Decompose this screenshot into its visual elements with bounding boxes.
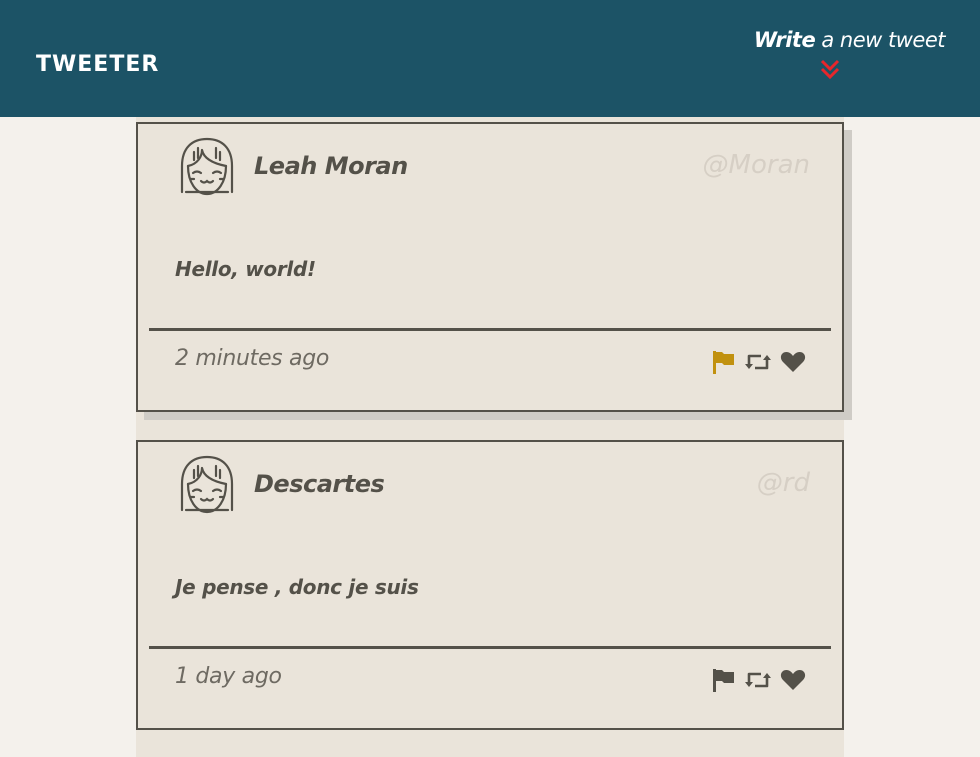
compose-label-rest: a new tweet <box>815 28 945 52</box>
heart-icon[interactable] <box>780 350 806 374</box>
tweet-content: Je pense , donc je suis <box>175 575 419 599</box>
tweet-timestamp: 2 minutes ago <box>175 346 330 371</box>
tweet-timestamp: 1 day ago <box>175 664 282 689</box>
flag-icon[interactable] <box>711 668 737 692</box>
double-chevron-down-icon[interactable] <box>818 58 842 82</box>
top-nav: TWEETER Write a new tweet <box>0 0 980 117</box>
retweet-icon[interactable] <box>745 668 771 692</box>
retweet-icon[interactable] <box>745 350 771 374</box>
tweet-card: Leah Moran @Moran Hello, world! 2 minute… <box>136 122 844 412</box>
author-name: Descartes <box>254 470 385 498</box>
heart-icon[interactable] <box>780 668 806 692</box>
compose-label-strong: Write <box>753 28 816 52</box>
author-handle: @rd <box>756 468 810 498</box>
tweet-divider <box>149 328 831 331</box>
tweet-card: Descartes @rd Je pense , donc je suis 1 … <box>136 440 844 730</box>
tweet-divider <box>149 646 831 649</box>
tweet-feed: Leah Moran @Moran Hello, world! 2 minute… <box>136 117 844 757</box>
avatar-icon <box>180 455 234 514</box>
flag-icon[interactable] <box>711 350 737 374</box>
tweet-content: Hello, world! <box>175 257 316 281</box>
compose-label[interactable]: Write a new tweet <box>753 28 946 52</box>
brand-logo[interactable]: TWEETER <box>36 52 159 77</box>
avatar-icon <box>180 137 234 196</box>
author-name: Leah Moran <box>254 152 408 180</box>
author-handle: @Moran <box>702 150 810 180</box>
compose-toggle[interactable]: Write a new tweet <box>753 28 946 52</box>
